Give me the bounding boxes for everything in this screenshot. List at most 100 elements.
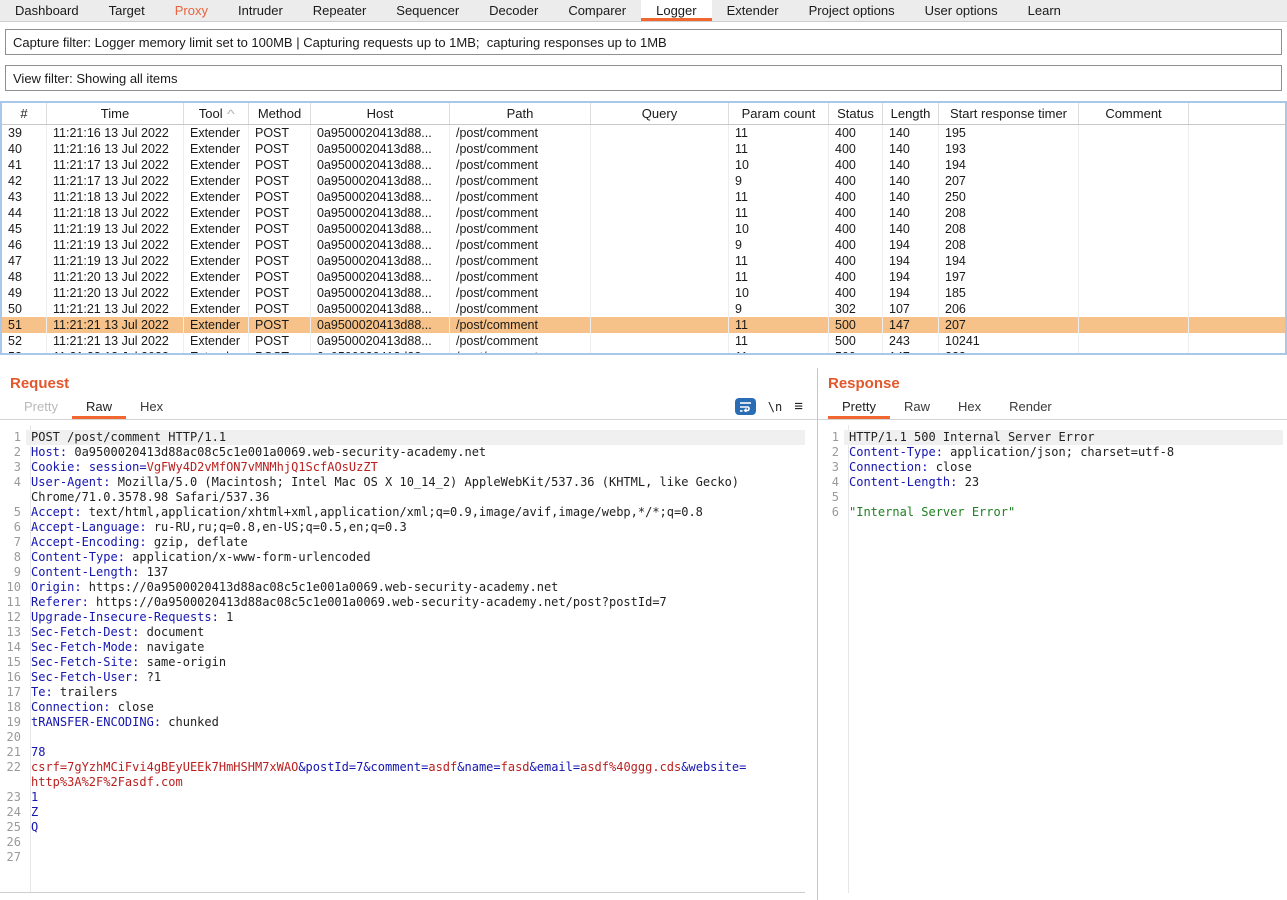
editor-menu-icon[interactable]: ≡: [794, 398, 803, 415]
menu-tab-project-options[interactable]: Project options: [794, 0, 910, 21]
table-row-47[interactable]: 4711:21:19 13 Jul 2022ExtenderPOST0a9500…: [2, 253, 1285, 269]
line-content: Q: [26, 820, 805, 835]
syntax-segment: asdf: [428, 760, 457, 774]
column-header-status[interactable]: Status: [829, 103, 883, 124]
column-header-tool[interactable]: Tool^: [184, 103, 249, 124]
editor-line: 3Connection: close: [818, 460, 1283, 475]
newline-toggle-icon[interactable]: \n: [768, 400, 782, 414]
word-wrap-icon[interactable]: [735, 398, 756, 415]
editor-line: 2178: [0, 745, 805, 760]
menu-tab-proxy[interactable]: Proxy: [160, 0, 223, 21]
syntax-segment: fasd: [501, 760, 530, 774]
cell: 223: [939, 349, 1079, 355]
cell: 11: [729, 317, 829, 333]
column-header-method[interactable]: Method: [249, 103, 311, 124]
column-header-length[interactable]: Length: [883, 103, 939, 124]
response-tab-render[interactable]: Render: [995, 394, 1066, 419]
editor-line: 20: [0, 730, 805, 745]
menu-tab-sequencer[interactable]: Sequencer: [381, 0, 474, 21]
line-content: Sec-Fetch-User: ?1: [26, 670, 805, 685]
table-row-40[interactable]: 4011:21:16 13 Jul 2022ExtenderPOST0a9500…: [2, 141, 1285, 157]
syntax-segment: Content-Type:: [31, 550, 125, 564]
column-header-host[interactable]: Host: [311, 103, 450, 124]
cell: 48: [2, 269, 47, 285]
response-tab-hex[interactable]: Hex: [944, 394, 995, 419]
menu-tab-dashboard[interactable]: Dashboard: [0, 0, 94, 21]
menu-tab-decoder[interactable]: Decoder: [474, 0, 553, 21]
table-row-42[interactable]: 4211:21:17 13 Jul 2022ExtenderPOST0a9500…: [2, 173, 1285, 189]
menu-tab-learn[interactable]: Learn: [1013, 0, 1076, 21]
cell: 50: [2, 301, 47, 317]
line-number: 26: [0, 835, 26, 850]
syntax-segment: User-Agent:: [31, 475, 110, 489]
menu-tab-extender[interactable]: Extender: [712, 0, 794, 21]
syntax-segment: close: [110, 700, 153, 714]
cell: [1189, 333, 1285, 349]
menu-tab-target[interactable]: Target: [94, 0, 160, 21]
cell: 140: [883, 221, 939, 237]
cell: [591, 253, 729, 269]
request-panel: Request PrettyRawHex \n ≡ 1POST /post/co…: [0, 368, 818, 900]
request-tab-hex[interactable]: Hex: [126, 394, 177, 419]
table-header-row: #TimeTool^MethodHostPathQueryParam count…: [2, 103, 1285, 125]
editor-line: 2Content-Type: application/json; charset…: [818, 445, 1283, 460]
cell: [1189, 285, 1285, 301]
request-tab-pretty[interactable]: Pretty: [10, 394, 72, 419]
table-row-41[interactable]: 4111:21:17 13 Jul 2022ExtenderPOST0a9500…: [2, 157, 1285, 173]
table-row-39[interactable]: 3911:21:16 13 Jul 2022ExtenderPOST0a9500…: [2, 125, 1285, 141]
line-content: Content-Type: application/x-www-form-url…: [26, 550, 805, 565]
cell: POST: [249, 349, 311, 355]
cell: 11:21:17 13 Jul 2022: [47, 157, 184, 173]
syntax-segment: Sec-Fetch-User:: [31, 670, 139, 684]
cell: 400: [829, 253, 883, 269]
column-header-param-count[interactable]: Param count: [729, 103, 829, 124]
cell: 42: [2, 173, 47, 189]
syntax-segment: Q: [31, 820, 38, 834]
menu-tab-comparer[interactable]: Comparer: [553, 0, 641, 21]
table-row-50[interactable]: 5011:21:21 13 Jul 2022ExtenderPOST0a9500…: [2, 301, 1285, 317]
cell: Extender: [184, 221, 249, 237]
request-tab-raw[interactable]: Raw: [72, 394, 126, 419]
response-tab-raw[interactable]: Raw: [890, 394, 944, 419]
table-row-43[interactable]: 4311:21:18 13 Jul 2022ExtenderPOST0a9500…: [2, 189, 1285, 205]
table-row-49[interactable]: 4911:21:20 13 Jul 2022ExtenderPOST0a9500…: [2, 285, 1285, 301]
editor-line: 8Content-Type: application/x-www-form-ur…: [0, 550, 805, 565]
column-header-time[interactable]: Time: [47, 103, 184, 124]
column-header-query[interactable]: Query: [591, 103, 729, 124]
cell: 0a9500020413d88...: [311, 317, 450, 333]
table-row-53[interactable]: 5311:21:22 13 Jul 2022ExtenderPOST0a9500…: [2, 349, 1285, 355]
response-editor[interactable]: 1HTTP/1.1 500 Internal Server Error2Cont…: [818, 425, 1283, 893]
menu-tab-repeater[interactable]: Repeater: [298, 0, 381, 21]
menu-tab-intruder[interactable]: Intruder: [223, 0, 298, 21]
column-header-path[interactable]: Path: [450, 103, 591, 124]
column-header-comment[interactable]: Comment: [1079, 103, 1189, 124]
cell: [1189, 349, 1285, 355]
column-header-start-response-timer[interactable]: Start response timer: [939, 103, 1079, 124]
menu-tab-logger[interactable]: Logger: [641, 0, 711, 21]
response-tab-pretty[interactable]: Pretty: [828, 394, 890, 419]
line-number: 17: [0, 685, 26, 700]
table-row-52[interactable]: 5211:21:21 13 Jul 2022ExtenderPOST0a9500…: [2, 333, 1285, 349]
column-header-num[interactable]: #: [2, 103, 47, 124]
cell: 11: [729, 253, 829, 269]
editor-line: 231: [0, 790, 805, 805]
cell: [1189, 317, 1285, 333]
table-row-48[interactable]: 4811:21:20 13 Jul 2022ExtenderPOST0a9500…: [2, 269, 1285, 285]
cell: 147: [883, 317, 939, 333]
cell: 0a9500020413d88...: [311, 189, 450, 205]
syntax-segment: Accept-Language:: [31, 520, 147, 534]
request-editor[interactable]: 1POST /post/comment HTTP/1.12Host: 0a950…: [0, 425, 805, 893]
table-row-45[interactable]: 4511:21:19 13 Jul 2022ExtenderPOST0a9500…: [2, 221, 1285, 237]
cell: 46: [2, 237, 47, 253]
cell: POST: [249, 221, 311, 237]
cell: [1079, 285, 1189, 301]
table-row-44[interactable]: 4411:21:18 13 Jul 2022ExtenderPOST0a9500…: [2, 205, 1285, 221]
cell: 0a9500020413d88...: [311, 173, 450, 189]
cell: 0a9500020413d88...: [311, 349, 450, 355]
table-row-46[interactable]: 4611:21:19 13 Jul 2022ExtenderPOST0a9500…: [2, 237, 1285, 253]
table-row-51[interactable]: 5111:21:21 13 Jul 2022ExtenderPOST0a9500…: [2, 317, 1285, 333]
menu-tab-user-options[interactable]: User options: [910, 0, 1013, 21]
view-filter-bar[interactable]: View filter: Showing all items: [5, 65, 1282, 91]
cell: [591, 205, 729, 221]
capture-filter-bar[interactable]: Capture filter: Logger memory limit set …: [5, 29, 1282, 55]
